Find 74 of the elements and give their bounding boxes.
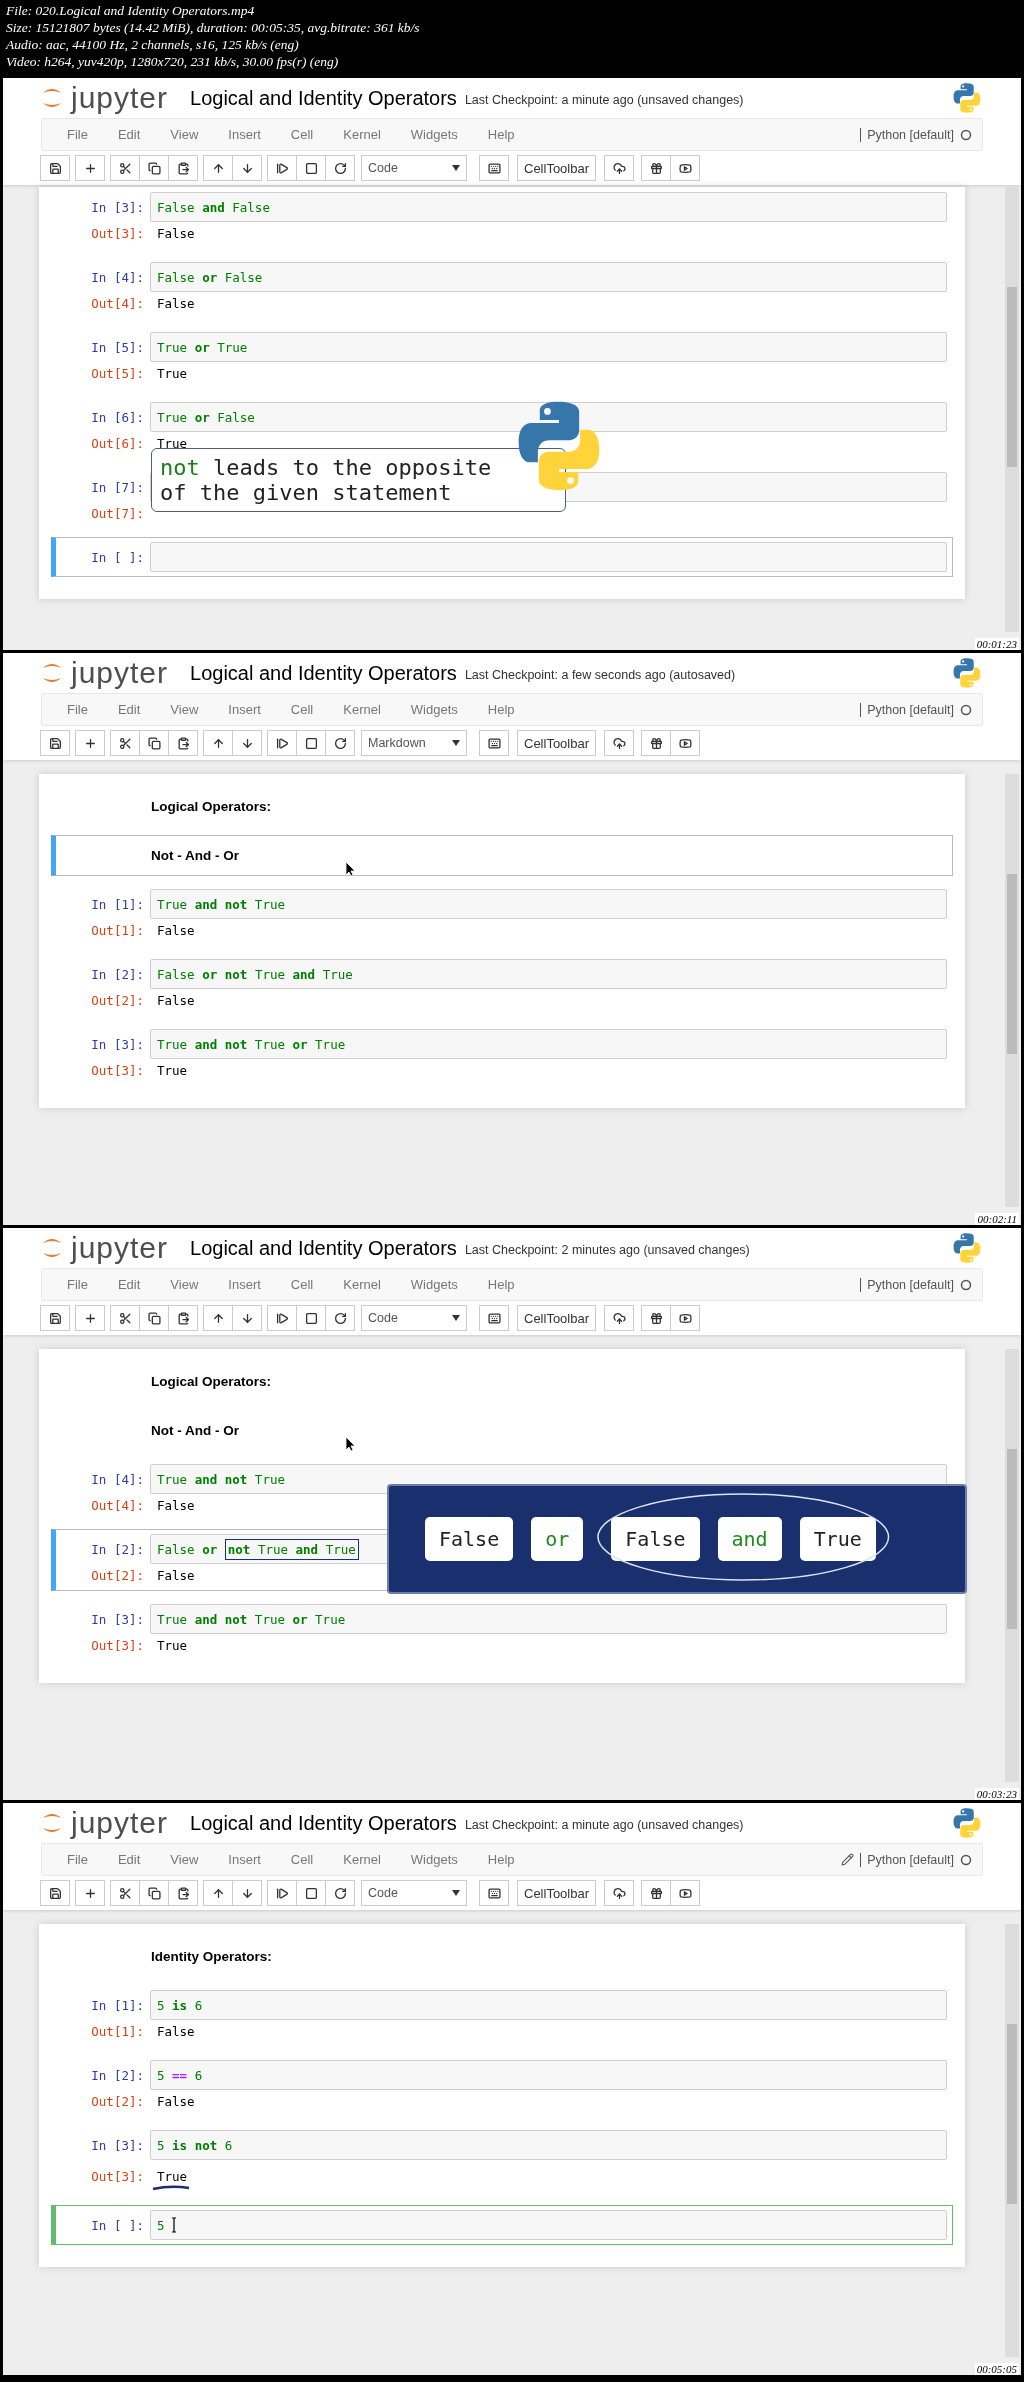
input-prompt: In [6]: — [90, 409, 145, 425]
input-prompt: In [2]: — [90, 2067, 145, 2083]
input-prompt: In [ ]: — [90, 2217, 145, 2233]
output-prompt: Out[5]: — [90, 365, 145, 381]
input-prompt: In [3]: — [90, 1611, 145, 1627]
jupyter-logo-text: jupyter — [71, 658, 169, 688]
jupyter-logo-text: jupyter — [71, 1808, 169, 1838]
output-prompt: Out[1]: — [90, 2023, 145, 2039]
cell-output: False — [156, 1567, 195, 1583]
timestamp: 00:01:23 — [974, 638, 1019, 650]
expression-token: and — [717, 1517, 782, 1561]
output-prompt: Out[3]: — [90, 2168, 145, 2184]
input-prompt: In [ ]: — [90, 549, 145, 565]
expression-token: False — [425, 1517, 514, 1561]
markdown-heading: Identity Operators: — [150, 1948, 273, 1966]
timestamp: 00:02:11 — [975, 1213, 1019, 1225]
output-prompt: Out[3]: — [90, 1062, 145, 1078]
output-prompt: Out[1]: — [90, 922, 145, 938]
checkpoint-status: Last Checkpoint: a minute ago (unsaved changes) — [464, 93, 744, 107]
output-prompt: Out[4]: — [90, 295, 145, 311]
callout-tooltip: not leads to the opposite of the given statement — [151, 448, 566, 512]
jupyter-logo-text: jupyter — [71, 1233, 169, 1263]
checkpoint-status: Last Checkpoint: 2 minutes ago (unsaved changes) — [464, 1243, 750, 1257]
expression-token: True — [799, 1517, 876, 1561]
timestamp: 00:05:05 — [974, 2363, 1019, 2375]
cell-output: False — [156, 992, 195, 1008]
kernel-name: Python [default] — [860, 1852, 954, 1867]
cell-output: False — [156, 225, 195, 241]
kernel-name: Python [default] — [860, 1277, 954, 1292]
cell-output: False — [156, 2093, 195, 2109]
cell-output: True — [156, 1062, 188, 1078]
input-prompt: In [1]: — [90, 1997, 145, 2013]
output-prompt: Out[2]: — [90, 2093, 145, 2109]
expression-token: False — [611, 1517, 700, 1561]
output-prompt: Out[2]: — [90, 992, 145, 1008]
output-prompt: Out[7]: — [90, 505, 145, 521]
cell-output: True — [156, 435, 188, 451]
input-prompt: In [1]: — [90, 896, 145, 912]
output-prompt: Out[6]: — [90, 435, 145, 451]
input-prompt: In [4]: — [90, 1471, 145, 1487]
input-prompt: In [3]: — [90, 1036, 145, 1052]
cell-output: False — [156, 2023, 195, 2039]
checkpoint-status: Last Checkpoint: a few seconds ago (autosaved) — [464, 668, 736, 682]
output-prompt: Out[2]: — [90, 1567, 145, 1583]
input-prompt: In [2]: — [90, 966, 145, 982]
jupyter-logo-text: jupyter — [71, 83, 169, 113]
input-prompt: In [2]: — [90, 1541, 145, 1557]
cell-output: True — [156, 2168, 188, 2184]
output-prompt: Out[3]: — [90, 225, 145, 241]
cell-output: False — [156, 295, 195, 311]
output-prompt: Out[3]: — [90, 1637, 145, 1653]
markdown-heading: Not - And - Or — [150, 847, 240, 865]
kernel-name: Python [default] — [860, 127, 954, 142]
cell-output: True — [156, 1637, 188, 1653]
cell-output: False — [156, 1497, 195, 1513]
file-info-line: File: 020.Logical and Identity Operators.mp4 — [6, 2, 256, 19]
cell-output: False — [156, 922, 195, 938]
cell-output: True — [156, 365, 188, 381]
markdown-heading: Not - And - Or — [150, 1422, 240, 1440]
checkpoint-status: Last Checkpoint: a minute ago (unsaved changes) — [464, 1818, 744, 1832]
input-prompt: In [4]: — [90, 269, 145, 285]
input-prompt: In [3]: — [90, 199, 145, 215]
markdown-heading: Logical Operators: — [150, 1373, 273, 1391]
input-prompt: In [3]: — [90, 2137, 145, 2153]
input-prompt: In [5]: — [90, 339, 145, 355]
input-prompt: In [7]: — [90, 479, 145, 495]
file-info-line: Video: h264, yuv420p, 1280x720, 231 kb/s, 30.00 fps(r) (eng) — [6, 53, 340, 70]
kernel-name: Python [default] — [860, 702, 954, 717]
expression-token: or — [531, 1517, 584, 1561]
file-info-line: Size: 15121807 bytes (14.42 MiB), duration: 00:05:35, avg.bitrate: 361 kb/s — [6, 19, 421, 36]
timestamp: 00:03:23 — [974, 1788, 1019, 1800]
markdown-heading: Logical Operators: — [150, 798, 273, 816]
file-info-line: Audio: aac, 44100 Hz, 2 channels, s16, 125 kb/s (eng) — [6, 36, 300, 53]
output-prompt: Out[4]: — [90, 1497, 145, 1513]
